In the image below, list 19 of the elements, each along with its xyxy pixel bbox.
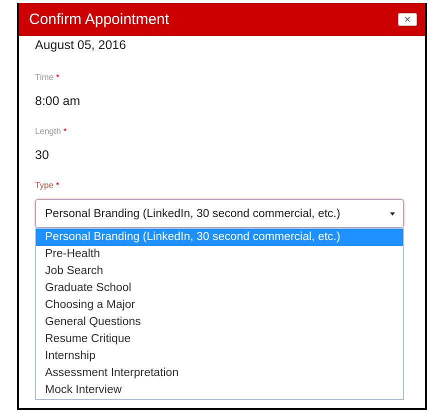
field-label: Type *: [35, 180, 60, 190]
dropdown-option[interactable]: General Questions: [36, 314, 403, 331]
window-title: Confirm Appointment: [29, 11, 170, 28]
dropdown-option[interactable]: Choosing a Major: [36, 297, 403, 314]
dropdown-option[interactable]: Internship: [36, 348, 403, 365]
field-label: Time *: [35, 72, 60, 82]
field-label: Length *: [35, 126, 68, 136]
field-value: 8:00 am: [35, 94, 82, 108]
field-value: 30: [35, 148, 50, 162]
dropdown-option[interactable]: Job Search: [36, 263, 403, 280]
caret-icon: [390, 212, 395, 216]
date-value: August 05, 2016: [35, 38, 128, 54]
dropdown-option[interactable]: Graduate School: [36, 280, 403, 297]
dropdown-option[interactable]: Assessment Interpretation: [36, 365, 403, 382]
dropdown-option[interactable]: Resume Critique: [36, 331, 403, 348]
dropdown-option[interactable]: Mock Interview: [36, 382, 403, 399]
close-button[interactable]: ×: [398, 13, 417, 26]
type-dropdown[interactable]: Personal Branding (LinkedIn, 30 second commercial, etc.): [35, 199, 404, 228]
dropdown-option[interactable]: Pre-Health: [36, 246, 403, 263]
